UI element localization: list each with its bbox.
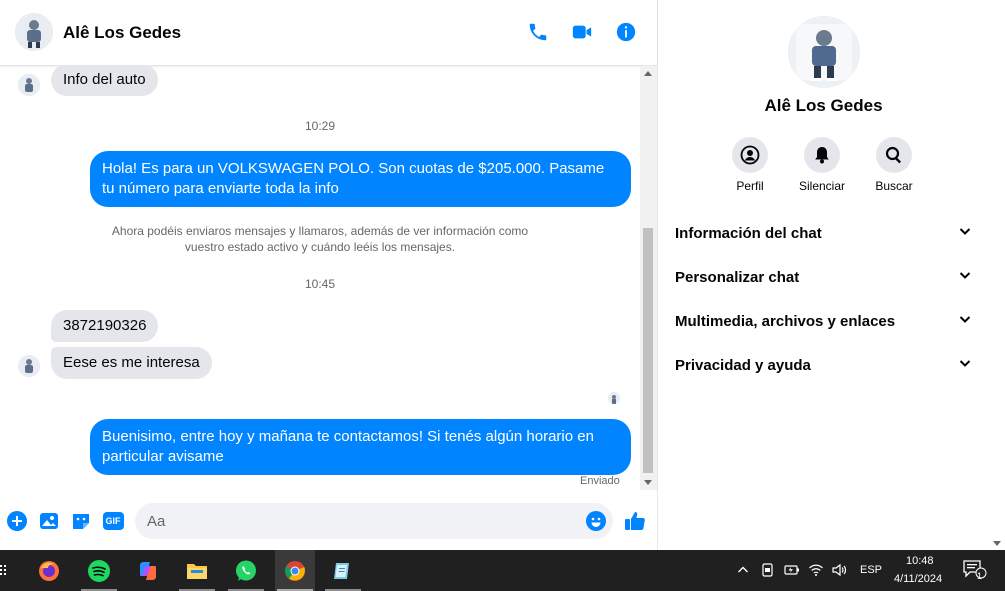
video-call-icon[interactable] xyxy=(570,20,594,44)
chevron-down-icon xyxy=(958,268,972,287)
system-note-line: vuestro estado activo y cuándo leéis los… xyxy=(184,240,456,254)
system-note-line: Ahora podéis enviaros mensajes y llamaro… xyxy=(111,224,529,238)
volume-icon[interactable] xyxy=(831,562,847,578)
message-scrollbar[interactable] xyxy=(640,66,657,490)
section-customize-chat[interactable]: Personalizar chat xyxy=(667,257,980,297)
clock-date[interactable]: 4/11/2024 xyxy=(894,573,942,585)
profile-icon xyxy=(732,137,768,173)
chevron-down-icon xyxy=(958,356,972,375)
profile-name: Alê Los Gedes xyxy=(764,96,883,115)
scroll-up-arrow-icon[interactable] xyxy=(644,71,652,76)
notification-count: 1 xyxy=(977,571,983,581)
delivery-status: Enviado xyxy=(580,475,620,487)
scroll-down-arrow-icon[interactable] xyxy=(993,541,1001,546)
section-label: Multimedia, archivos y enlaces xyxy=(675,312,896,330)
file-explorer-icon[interactable] xyxy=(177,550,217,591)
message-outgoing[interactable]: Buenisimo, entre hoy y mañana te contact… xyxy=(90,419,631,475)
profile-avatar[interactable] xyxy=(788,16,860,88)
language-indicator[interactable]: ESP xyxy=(860,564,882,576)
thumbs-up-icon[interactable] xyxy=(624,510,646,532)
whatsapp-icon[interactable] xyxy=(226,550,266,591)
show-hidden-icons-chevron-icon[interactable] xyxy=(735,562,751,578)
timestamp: 10:45 xyxy=(304,277,336,291)
message-avatar xyxy=(18,74,40,96)
section-label: Personalizar chat xyxy=(675,268,800,286)
message-incoming[interactable]: Eese es me interesa xyxy=(51,347,212,379)
section-chat-info[interactable]: Información del chat xyxy=(667,213,980,253)
action-label: Buscar xyxy=(875,179,913,193)
chrome-icon[interactable] xyxy=(275,550,315,591)
gif-label: GIF xyxy=(102,512,124,530)
search-action[interactable]: Buscar xyxy=(859,137,929,193)
section-privacy-help[interactable]: Privacidad y ayuda xyxy=(667,345,980,385)
clock-time[interactable]: 10:48 xyxy=(906,555,934,567)
plus-icon[interactable] xyxy=(6,510,28,532)
section-label: Información del chat xyxy=(675,224,822,242)
message-list[interactable]: Info del auto 10:29 Hola! Es para un VOL… xyxy=(0,66,640,490)
gif-icon[interactable]: GIF xyxy=(102,510,124,532)
conversation-info-panel: Alê Los Gedes Perfil Silenciar Buscar In… xyxy=(659,0,988,550)
wifi-icon[interactable] xyxy=(808,562,824,578)
action-label: Silenciar xyxy=(798,179,846,193)
message-input[interactable] xyxy=(135,503,613,539)
info-scrollbar[interactable] xyxy=(988,0,1005,550)
message-incoming[interactable]: Info del auto xyxy=(51,66,158,96)
composer: GIF xyxy=(0,498,657,546)
chevron-down-icon xyxy=(958,224,972,243)
chevron-down-icon xyxy=(958,312,972,331)
phone-icon[interactable] xyxy=(526,20,550,44)
sticker-icon[interactable] xyxy=(70,510,92,532)
spotify-icon[interactable] xyxy=(79,550,119,591)
firefox-icon[interactable] xyxy=(29,550,69,591)
scroll-thumb[interactable] xyxy=(643,228,653,473)
message-incoming[interactable]: 3872190326 xyxy=(51,310,159,342)
search-icon xyxy=(876,137,912,173)
section-media-files-links[interactable]: Multimedia, archivos y enlaces xyxy=(667,301,980,341)
action-label: Perfil xyxy=(736,179,764,193)
message-avatar xyxy=(18,355,40,377)
emoji-icon[interactable] xyxy=(585,510,607,532)
contact-name[interactable]: Alê Los Gedes xyxy=(63,23,181,43)
image-icon[interactable] xyxy=(38,510,60,532)
task-view-edge-icon[interactable] xyxy=(0,562,8,578)
contact-avatar[interactable] xyxy=(15,13,53,51)
message-outgoing[interactable]: Hola! Es para un VOLKSWAGEN POLO. Son cu… xyxy=(90,151,631,207)
copilot-icon[interactable] xyxy=(128,550,168,591)
chat-panel: Alê Los Gedes Info del auto 10:29 Hola! … xyxy=(0,0,658,550)
section-label: Privacidad y ayuda xyxy=(675,356,811,374)
seen-indicator-avatar xyxy=(608,392,620,404)
windows-taskbar: ESP 10:48 4/11/2024 1 xyxy=(0,550,1005,591)
mute-action[interactable]: Silenciar xyxy=(787,137,857,193)
bell-icon xyxy=(804,137,840,173)
battery-icon[interactable] xyxy=(784,562,800,578)
info-icon[interactable] xyxy=(614,20,638,44)
messenger-window: Alê Los Gedes Info del auto 10:29 Hola! … xyxy=(0,0,1005,550)
device-icon[interactable] xyxy=(760,562,776,578)
profile-action[interactable]: Perfil xyxy=(715,137,785,193)
scroll-down-arrow-icon[interactable] xyxy=(644,480,652,485)
timestamp: 10:29 xyxy=(304,119,336,133)
system-note: Ahora podéis enviaros mensajes y llamaro… xyxy=(100,223,540,255)
chat-header: Alê Los Gedes xyxy=(0,0,657,66)
notification-center-icon[interactable]: 1 xyxy=(962,560,988,581)
notepad-icon[interactable] xyxy=(323,550,363,591)
